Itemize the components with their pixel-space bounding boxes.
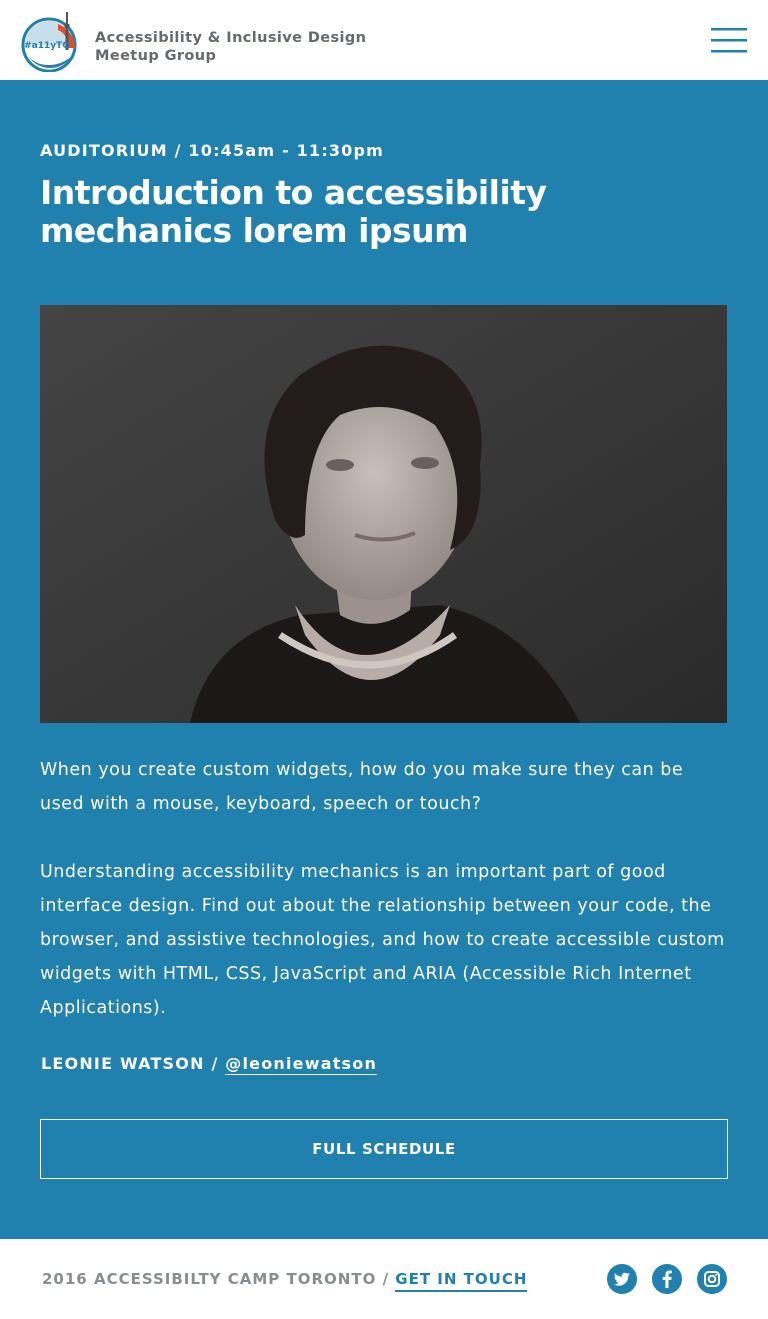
session-detail: AUDITORIUM / 10:45am - 11:30pm Introduct… bbox=[0, 80, 768, 1239]
get-in-touch-link[interactable]: GET IN TOUCH bbox=[395, 1270, 528, 1292]
speaker-separator: / bbox=[204, 1054, 226, 1073]
hamburger-menu-icon bbox=[711, 28, 747, 53]
speaker-twitter-link[interactable]: @leoniewatson bbox=[225, 1054, 378, 1075]
session-title: Introduction to accessibility mechanics … bbox=[40, 173, 547, 250]
speaker-credit: LEONIE WATSON / @leoniewatson bbox=[41, 1054, 378, 1075]
facebook-icon bbox=[662, 1270, 672, 1288]
logo-icon: #a11yTO bbox=[21, 12, 77, 72]
session-location-time: AUDITORIUM / 10:45am - 11:30pm bbox=[40, 141, 385, 160]
site-logo[interactable]: #a11yTO bbox=[18, 10, 80, 72]
instagram-link[interactable] bbox=[697, 1264, 727, 1294]
speaker-photo bbox=[40, 305, 727, 723]
site-header: #a11yTO Accessibility & Inclusive Design… bbox=[0, 0, 768, 80]
twitter-link[interactable] bbox=[607, 1264, 637, 1294]
full-schedule-button[interactable]: FULL SCHEDULE bbox=[40, 1119, 728, 1179]
speaker-portrait-image bbox=[40, 305, 727, 723]
site-footer: 2016 ACCESSIBILTY CAMP TORONTO / GET IN … bbox=[0, 1239, 768, 1319]
session-description-detail: Understanding accessibility mechanics is… bbox=[40, 862, 725, 1018]
twitter-icon bbox=[614, 1272, 630, 1286]
session-description-intro: When you create custom widgets, how do y… bbox=[40, 760, 684, 814]
site-name-line1: Accessibility & Inclusive Design bbox=[95, 30, 367, 46]
speaker-name: LEONIE WATSON bbox=[41, 1054, 205, 1073]
site-name[interactable]: Accessibility & Inclusive Design Meetup … bbox=[95, 29, 366, 65]
footer-copyright: 2016 ACCESSIBILTY CAMP TORONTO / GET IN … bbox=[42, 1270, 528, 1292]
site-name-line2: Meetup Group bbox=[95, 48, 217, 64]
menu-button[interactable] bbox=[704, 22, 754, 58]
instagram-icon bbox=[704, 1271, 720, 1287]
facebook-link[interactable] bbox=[652, 1264, 682, 1294]
svg-text:#a11yTO: #a11yTO bbox=[24, 41, 70, 51]
footer-camp-name: 2016 ACCESSIBILTY CAMP TORONTO / bbox=[42, 1270, 396, 1288]
